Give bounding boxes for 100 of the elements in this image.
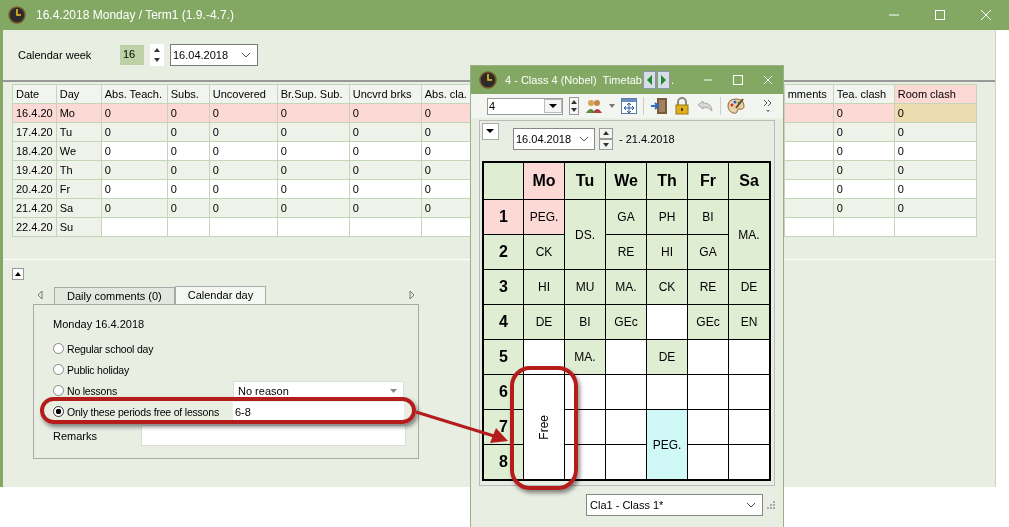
next-button[interactable] [656, 71, 670, 89]
overflow-icon[interactable] [763, 98, 773, 114]
chevron-icon[interactable] [579, 136, 589, 142]
table-cell: 0 [170, 183, 177, 195]
column-header[interactable]: Br.Sup. Sub. [277, 84, 350, 104]
lesson-cell[interactable]: DE [524, 305, 564, 339]
lesson-cell[interactable]: MA. [729, 200, 769, 269]
tab[interactable]: Daily comments (0) [54, 287, 175, 304]
table-cell: 19.4.20 [16, 164, 53, 176]
lesson-cell[interactable]: PH [647, 200, 687, 234]
lesson-cell[interactable]: GEc [688, 305, 728, 339]
lock-icon[interactable] [674, 97, 690, 115]
table-cell: 18.4.20 [16, 145, 53, 157]
palette-icon[interactable] [727, 97, 745, 115]
lesson-cell[interactable]: DS. [565, 200, 605, 269]
table-cell: 0 [897, 107, 904, 119]
lesson-cell[interactable]: GA [688, 235, 728, 269]
chevron-icon[interactable] [746, 502, 756, 508]
period-header: 4 [484, 305, 523, 339]
lesson-cell[interactable]: GA [606, 200, 646, 234]
week-number-field[interactable]: 16 [120, 45, 144, 65]
lesson-cell[interactable]: PEG. [524, 200, 564, 234]
table-cell: 0 [170, 164, 177, 176]
radio-button[interactable] [53, 364, 64, 375]
window-title: 16.4.2018 Monday / Term1 (1.9.-4.7.) [36, 8, 234, 22]
table-cell: 0 [352, 183, 359, 195]
table-cell: 0 [212, 202, 219, 214]
column-header[interactable]: mments [784, 84, 834, 104]
period-header: 1 [484, 200, 523, 234]
radio-button[interactable] [53, 343, 64, 354]
lesson-cell[interactable]: CK [524, 235, 564, 269]
table-cell: Su [59, 221, 74, 233]
table-cell: Tu [59, 126, 73, 138]
table-cell: 0 [836, 202, 843, 214]
table-cell: 0 [280, 183, 287, 195]
class-dropdown[interactable]: Cla1 - Class 1* [586, 494, 763, 516]
lesson-cell[interactable]: PEG. [647, 410, 687, 479]
period-header: 3 [484, 270, 523, 304]
column-header[interactable]: Room clash [894, 84, 977, 104]
lesson-cell[interactable]: HI [647, 235, 687, 269]
lesson-cell[interactable]: RE [606, 235, 646, 269]
chevron-icon[interactable] [241, 52, 251, 58]
table-cell: Fr [59, 183, 71, 195]
lesson-cell[interactable]: Free [524, 375, 564, 479]
caret-icon[interactable] [390, 388, 397, 393]
calendar-week-label: Calendar week [18, 49, 93, 61]
column-header[interactable]: Day [56, 84, 102, 104]
lesson-cell[interactable]: DE [647, 340, 687, 374]
lesson-cell[interactable]: MU [565, 270, 605, 304]
table-cell: 0 [352, 126, 359, 138]
column-header[interactable]: Uncovered [209, 84, 278, 104]
undo-icon[interactable] [696, 99, 714, 113]
date-dropdown[interactable]: 16.04.2018 [170, 44, 258, 66]
spinner-icon[interactable] [569, 97, 579, 115]
spinner-icon[interactable] [150, 44, 164, 66]
column-header[interactable]: Tea. clash [833, 84, 895, 104]
column-header[interactable]: Date [12, 84, 57, 104]
resize-grip-icon[interactable] [767, 501, 775, 509]
menu-dropdown-button[interactable] [482, 123, 499, 140]
lesson-cell[interactable]: EN [729, 305, 769, 339]
lesson-cell[interactable]: MA. [565, 340, 605, 374]
collapse-button[interactable] [12, 268, 24, 280]
table-cell: 0 [424, 183, 431, 195]
scroll-left-icon[interactable] [36, 290, 44, 300]
door-icon[interactable] [650, 97, 668, 115]
date-dropdown[interactable]: 16.04.2018 [513, 128, 595, 150]
class-combo[interactable]: 4 [487, 97, 563, 115]
table-cell: 0 [352, 107, 359, 119]
day-header: Mo [524, 163, 564, 199]
lesson-cell[interactable]: GEc [606, 305, 646, 339]
radio-button[interactable] [53, 385, 64, 396]
lesson-cell[interactable]: MA. [606, 270, 646, 304]
radio-label[interactable]: Only these periods free of lessons [67, 405, 219, 418]
column-header[interactable]: Abs. Teach. [101, 84, 168, 104]
lesson-cell[interactable]: BI [565, 305, 605, 339]
radio-label[interactable]: Public holiday [67, 363, 129, 376]
clock-icon [8, 6, 26, 24]
table-cell: 0 [424, 164, 431, 176]
radio-button[interactable] [53, 406, 64, 417]
tab[interactable]: Calendar day [174, 286, 267, 304]
lesson-cell[interactable]: BI [688, 200, 728, 234]
table-cell: 0 [836, 145, 843, 157]
lesson-cell[interactable]: HI [524, 270, 564, 304]
grid-icon[interactable] [621, 98, 637, 114]
spinner-icon[interactable] [599, 128, 613, 150]
remarks-field[interactable] [141, 425, 406, 446]
previous-button[interactable] [642, 71, 656, 89]
radio-label[interactable]: No lessons [67, 384, 117, 397]
table-cell: 0 [170, 107, 177, 119]
lesson-cell[interactable]: DE [729, 270, 769, 304]
dropdown-button[interactable] [544, 99, 562, 113]
remarks-label: Remarks [53, 429, 98, 442]
lesson-cell[interactable]: RE [688, 270, 728, 304]
column-header[interactable]: Subs. [167, 84, 210, 104]
column-header[interactable]: Abs. cla. [421, 84, 472, 104]
lesson-cell[interactable]: CK [647, 270, 687, 304]
column-header[interactable]: Uncvrd brks [349, 84, 422, 104]
people-icon[interactable] [585, 98, 603, 114]
radio-label[interactable]: Regular school day [67, 342, 154, 355]
scroll-right-icon[interactable] [408, 290, 416, 300]
